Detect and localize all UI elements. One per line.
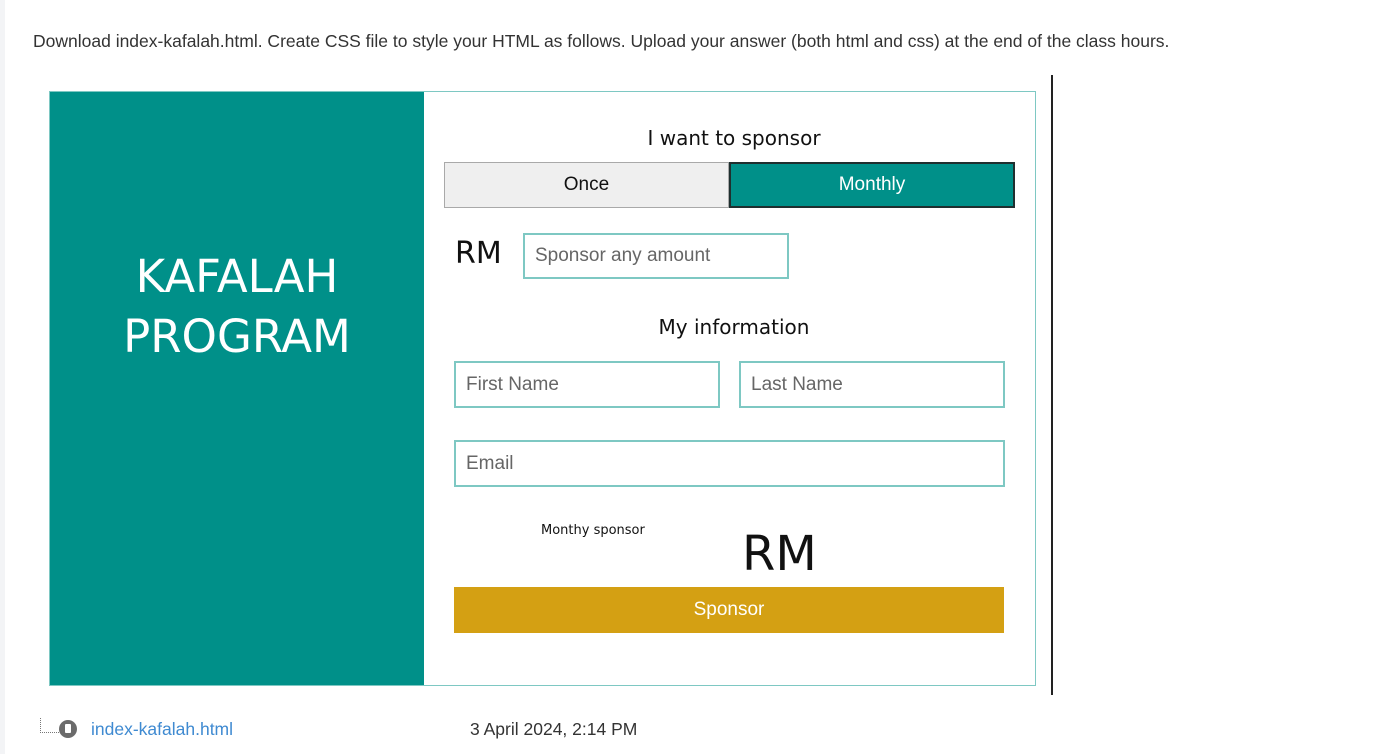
attachment-link[interactable]: index-kafalah.html [91,719,233,740]
brand-title-line2: PROGRAM [123,310,351,363]
info-heading: My information [658,315,810,339]
sponsor-submit-button[interactable]: Sponsor [454,587,1004,633]
once-toggle-button[interactable]: Once [444,162,729,208]
tree-connector-icon [40,717,59,733]
monthly-toggle-button[interactable]: Monthly [729,162,1015,208]
left-margin-strip [0,0,5,754]
attachment-date: 3 April 2024, 2:14 PM [470,719,638,739]
sponsor-form: I want to sponsor Once Monthly RM My inf… [424,92,1035,685]
summary-currency: RM [742,526,817,582]
brand-panel: KAFALAH PROGRAM [50,92,424,685]
amount-input[interactable] [523,233,789,279]
kafalah-mockup-image: KAFALAH PROGRAM I want to sponsor Once M… [49,91,1036,686]
brand-title-line1: KAFALAH [135,250,339,303]
brand-title: KAFALAH PROGRAM [50,247,424,367]
sponsor-heading: I want to sponsor [647,126,821,150]
email-input[interactable] [454,440,1005,487]
file-icon [59,720,77,738]
assignment-instructions: Download index-kafalah.html. Create CSS … [33,31,1170,51]
currency-label: RM [455,236,502,271]
last-name-input[interactable] [739,361,1005,408]
divider-line [1051,75,1053,695]
attachment-row [40,716,77,742]
first-name-input[interactable] [454,361,720,408]
summary-label: Monthy sponsor [541,523,645,538]
